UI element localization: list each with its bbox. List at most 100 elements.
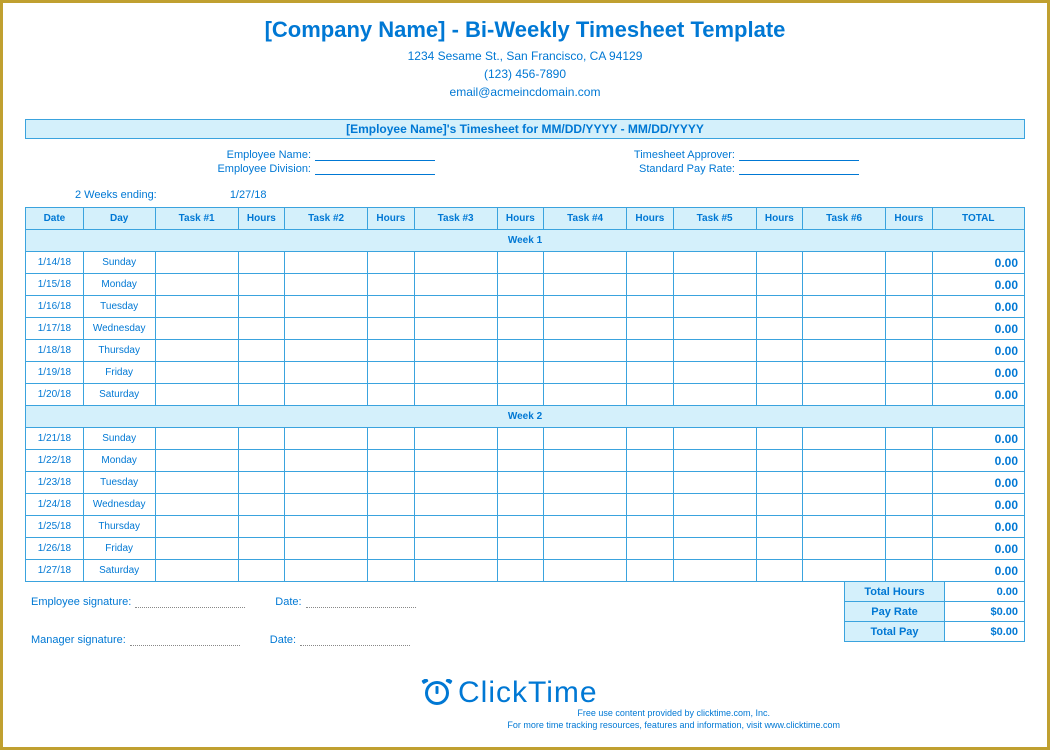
task-cell[interactable] [155,384,238,406]
hours-cell[interactable] [756,538,802,560]
task-cell[interactable] [414,384,497,406]
hours-cell[interactable] [368,450,414,472]
task-cell[interactable] [155,516,238,538]
hours-cell[interactable] [368,384,414,406]
hours-cell[interactable] [756,384,802,406]
task-cell[interactable] [673,560,756,582]
hours-cell[interactable] [497,472,543,494]
task-cell[interactable] [285,252,368,274]
employee-date-line[interactable] [306,596,416,608]
hours-cell[interactable] [886,362,932,384]
hours-cell[interactable] [756,362,802,384]
task-cell[interactable] [803,538,886,560]
task-cell[interactable] [414,494,497,516]
employee-signature-line[interactable] [135,596,245,608]
task-cell[interactable] [803,362,886,384]
employee-name-input[interactable] [315,149,435,161]
task-cell[interactable] [673,428,756,450]
task-cell[interactable] [673,362,756,384]
hours-cell[interactable] [627,274,673,296]
hours-cell[interactable] [238,494,284,516]
hours-cell[interactable] [886,296,932,318]
task-cell[interactable] [155,252,238,274]
hours-cell[interactable] [627,340,673,362]
manager-date-line[interactable] [300,634,410,646]
task-cell[interactable] [544,472,627,494]
task-cell[interactable] [673,450,756,472]
hours-cell[interactable] [368,472,414,494]
task-cell[interactable] [414,362,497,384]
task-cell[interactable] [544,450,627,472]
task-cell[interactable] [414,318,497,340]
hours-cell[interactable] [627,450,673,472]
task-cell[interactable] [544,274,627,296]
task-cell[interactable] [803,340,886,362]
task-cell[interactable] [803,472,886,494]
hours-cell[interactable] [497,560,543,582]
hours-cell[interactable] [497,318,543,340]
hours-cell[interactable] [627,516,673,538]
task-cell[interactable] [803,296,886,318]
payrate-input[interactable] [739,163,859,175]
hours-cell[interactable] [886,494,932,516]
hours-cell[interactable] [497,252,543,274]
task-cell[interactable] [155,472,238,494]
hours-cell[interactable] [368,340,414,362]
hours-cell[interactable] [238,384,284,406]
task-cell[interactable] [803,428,886,450]
task-cell[interactable] [544,318,627,340]
hours-cell[interactable] [497,450,543,472]
hours-cell[interactable] [238,340,284,362]
hours-cell[interactable] [238,362,284,384]
hours-cell[interactable] [627,384,673,406]
task-cell[interactable] [285,450,368,472]
task-cell[interactable] [673,296,756,318]
hours-cell[interactable] [756,340,802,362]
task-cell[interactable] [803,384,886,406]
hours-cell[interactable] [886,560,932,582]
hours-cell[interactable] [627,296,673,318]
task-cell[interactable] [285,494,368,516]
hours-cell[interactable] [238,538,284,560]
approver-input[interactable] [739,149,859,161]
task-cell[interactable] [803,318,886,340]
task-cell[interactable] [803,274,886,296]
hours-cell[interactable] [886,274,932,296]
task-cell[interactable] [155,274,238,296]
task-cell[interactable] [414,450,497,472]
hours-cell[interactable] [886,318,932,340]
manager-signature-line[interactable] [130,634,240,646]
hours-cell[interactable] [238,516,284,538]
task-cell[interactable] [673,494,756,516]
task-cell[interactable] [285,362,368,384]
hours-cell[interactable] [497,494,543,516]
hours-cell[interactable] [627,472,673,494]
task-cell[interactable] [414,428,497,450]
hours-cell[interactable] [368,252,414,274]
hours-cell[interactable] [238,560,284,582]
hours-cell[interactable] [886,516,932,538]
task-cell[interactable] [544,252,627,274]
task-cell[interactable] [155,494,238,516]
hours-cell[interactable] [627,362,673,384]
task-cell[interactable] [414,274,497,296]
task-cell[interactable] [544,384,627,406]
task-cell[interactable] [155,428,238,450]
hours-cell[interactable] [756,252,802,274]
hours-cell[interactable] [368,296,414,318]
task-cell[interactable] [803,516,886,538]
hours-cell[interactable] [368,362,414,384]
hours-cell[interactable] [368,274,414,296]
task-cell[interactable] [544,340,627,362]
hours-cell[interactable] [756,560,802,582]
task-cell[interactable] [285,384,368,406]
task-cell[interactable] [803,560,886,582]
task-cell[interactable] [544,428,627,450]
task-cell[interactable] [285,296,368,318]
hours-cell[interactable] [497,340,543,362]
hours-cell[interactable] [238,450,284,472]
hours-cell[interactable] [497,296,543,318]
hours-cell[interactable] [238,428,284,450]
task-cell[interactable] [414,516,497,538]
hours-cell[interactable] [756,274,802,296]
